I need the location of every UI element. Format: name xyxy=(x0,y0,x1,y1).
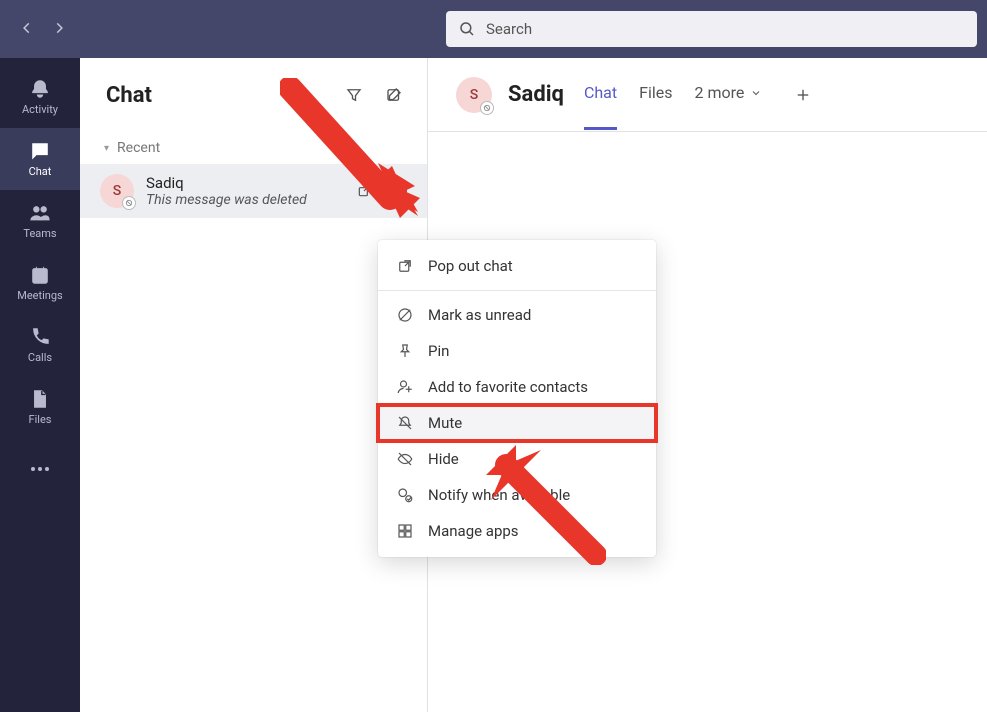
notify-icon xyxy=(396,486,414,504)
back-button[interactable] xyxy=(20,20,34,39)
recent-label: Recent xyxy=(117,140,160,156)
contact-name: Sadiq xyxy=(508,82,564,107)
menu-hide[interactable]: Hide xyxy=(378,441,656,477)
rail-files[interactable]: Files xyxy=(0,376,80,438)
chat-context-menu: Pop out chat Mark as unread Pin Add to f… xyxy=(378,240,656,557)
menu-label: Pop out chat xyxy=(428,257,513,275)
tab-more[interactable]: 2 more xyxy=(694,83,762,106)
menu-mark-unread[interactable]: Mark as unread xyxy=(378,297,656,333)
hide-icon xyxy=(396,450,414,468)
add-favorite-icon xyxy=(396,378,414,396)
rail-label: Chat xyxy=(29,165,52,178)
popout-chat-button[interactable] xyxy=(351,178,377,204)
more-icon xyxy=(389,189,407,193)
presence-offline-icon xyxy=(122,196,136,210)
tab-files[interactable]: Files xyxy=(639,83,672,106)
chevron-down-icon: ▾ xyxy=(104,143,109,154)
rail-label: Activity xyxy=(22,103,58,116)
avatar: S xyxy=(100,174,134,208)
forward-button[interactable] xyxy=(52,20,66,39)
chat-item-preview: This message was deleted xyxy=(146,192,339,208)
rail-label: Meetings xyxy=(17,289,62,302)
presence-offline-icon xyxy=(480,101,494,115)
filter-button[interactable] xyxy=(339,80,369,110)
rail-teams[interactable]: Teams xyxy=(0,190,80,252)
rail-label: Files xyxy=(29,413,52,426)
new-chat-button[interactable] xyxy=(379,80,409,110)
menu-label: Notify when available xyxy=(428,486,570,504)
menu-label: Mute xyxy=(428,414,462,432)
app-rail: Activity Chat Teams Meetings Calls Files xyxy=(0,58,80,712)
rail-calls[interactable]: Calls xyxy=(0,314,80,376)
rail-chat[interactable]: Chat xyxy=(0,128,80,190)
menu-label: Manage apps xyxy=(428,522,519,540)
apps-icon xyxy=(396,522,414,540)
search-icon xyxy=(458,20,476,38)
rail-label: Teams xyxy=(23,227,56,240)
rail-label: Calls xyxy=(28,351,52,364)
chat-item-body: Sadiq This message was deleted xyxy=(146,174,339,208)
avatar: S xyxy=(456,77,492,113)
pin-icon xyxy=(396,342,414,360)
chat-item-sadiq[interactable]: S Sadiq This message was deleted xyxy=(80,164,427,218)
chevron-down-icon xyxy=(750,87,762,99)
chat-more-button[interactable] xyxy=(385,178,411,204)
menu-manage-apps[interactable]: Manage apps xyxy=(378,513,656,549)
recent-section-header[interactable]: ▾ Recent xyxy=(80,132,427,164)
chat-item-actions xyxy=(351,178,411,204)
menu-label: Hide xyxy=(428,450,459,468)
add-tab-button[interactable] xyxy=(788,80,818,110)
chat-list-pane: Chat ▾ Recent S Sadiq This message was d… xyxy=(80,58,428,712)
menu-pin[interactable]: Pin xyxy=(378,333,656,369)
titlebar xyxy=(0,0,987,58)
chat-list-header: Chat xyxy=(80,58,427,132)
menu-popout-chat[interactable]: Pop out chat xyxy=(378,248,656,284)
nav-arrows xyxy=(10,20,66,39)
avatar-initial: S xyxy=(113,183,121,199)
mark-unread-icon xyxy=(396,306,414,324)
popout-icon xyxy=(396,257,414,275)
menu-notify-available[interactable]: Notify when available xyxy=(378,477,656,513)
menu-mute[interactable]: Mute xyxy=(378,405,656,441)
menu-separator xyxy=(378,290,656,291)
chat-list-title: Chat xyxy=(106,83,329,108)
menu-label: Add to favorite contacts xyxy=(428,378,588,396)
avatar-initial: S xyxy=(470,87,478,103)
content-header: S Sadiq Chat Files 2 more xyxy=(428,58,987,132)
more-icon xyxy=(30,459,50,479)
search-bar[interactable] xyxy=(446,11,977,47)
mute-icon xyxy=(396,414,414,432)
search-input[interactable] xyxy=(486,20,965,38)
chat-item-name: Sadiq xyxy=(146,174,339,192)
menu-add-favorite[interactable]: Add to favorite contacts xyxy=(378,369,656,405)
rail-activity[interactable]: Activity xyxy=(0,66,80,128)
rail-more[interactable] xyxy=(0,438,80,500)
rail-meetings[interactable]: Meetings xyxy=(0,252,80,314)
tab-chat[interactable]: Chat xyxy=(584,83,617,106)
content-tabs: Chat Files 2 more xyxy=(584,80,818,110)
menu-label: Mark as unread xyxy=(428,306,531,324)
tab-more-label: 2 more xyxy=(694,83,744,102)
menu-label: Pin xyxy=(428,342,449,360)
